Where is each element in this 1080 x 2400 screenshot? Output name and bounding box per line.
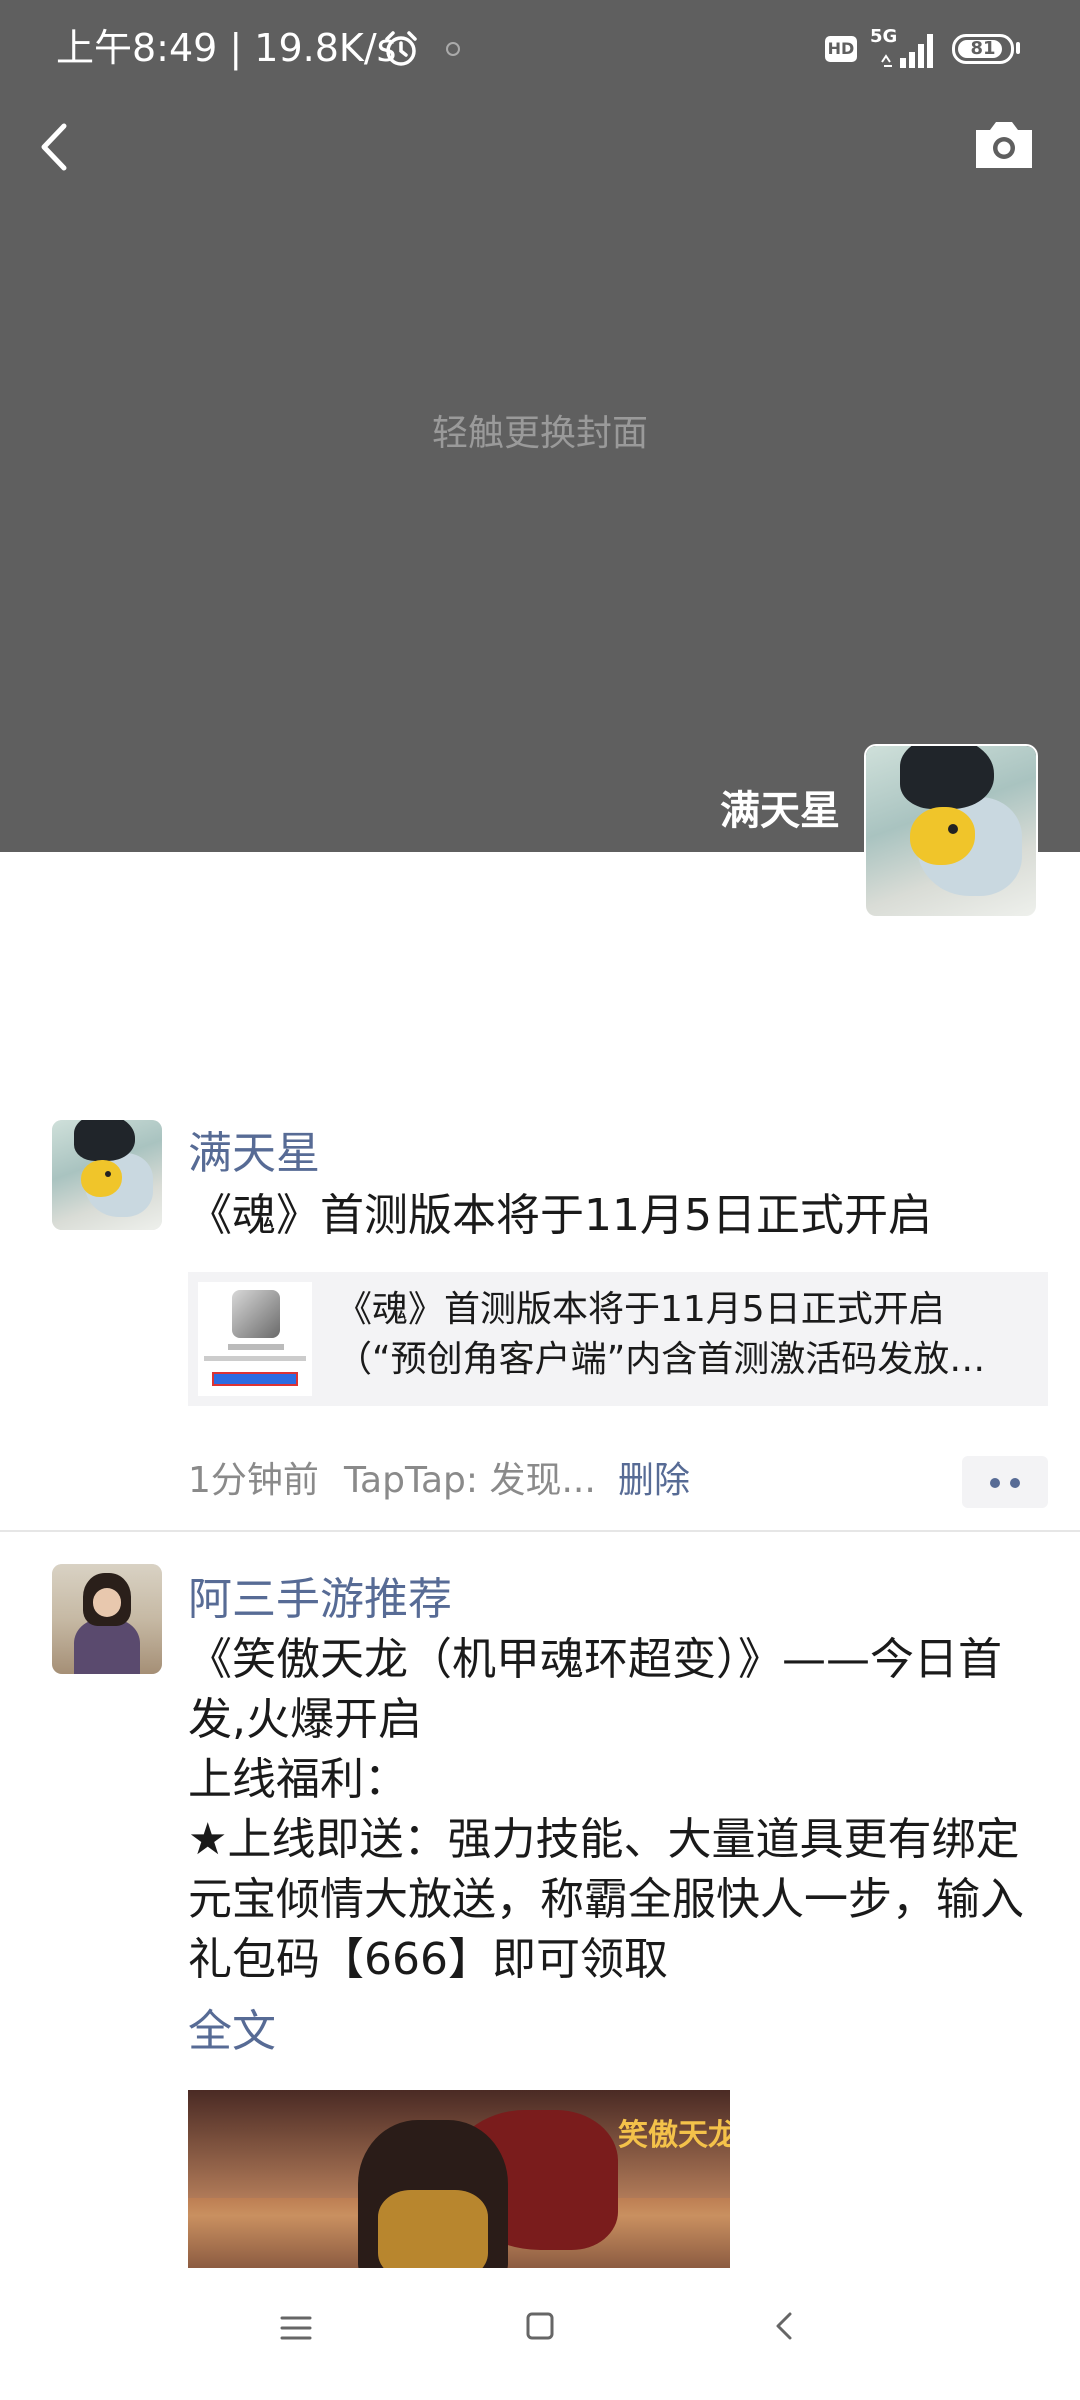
notification-dot-icon [446,42,460,56]
link-card[interactable]: 《魂》首测版本将于11月5日正式开启 （“预创角客户端”内含首测激活码发放… [188,1272,1048,1406]
more-actions-button[interactable] [962,1456,1048,1508]
battery-level: 81 [970,38,996,59]
cover-area[interactable]: 上午8:49 | 19.8K/s HD 5G 81 轻触更换封面 满天星 [0,0,1080,852]
back-arrow-icon[interactable] [30,112,80,182]
post-text: 《魂》首测版本将于11月5日正式开启 [188,1190,932,1241]
cover-owner-name: 满天星 [720,788,840,834]
post-time: 1分钟前 [188,1460,319,1501]
signal-bars-icon [881,34,933,68]
home-icon[interactable] [516,2302,564,2350]
post-image[interactable]: 笑傲天龙 [188,2090,730,2270]
change-cover-hint[interactable]: 轻触更换封面 [0,404,1080,456]
avatar[interactable] [52,1120,162,1230]
image-logo-text: 笑傲天龙 [618,2118,730,2153]
menu-icon[interactable] [272,2304,320,2352]
system-nav-bar [0,2268,1080,2400]
back-icon[interactable] [760,2302,808,2350]
post-text: 《笑傲天龙（机甲魂环超变）》——今日首发,火爆开启 上线福利： ★上线即送：强力… [188,1634,1024,1985]
profile-avatar[interactable] [864,744,1038,918]
battery-icon: 81 [952,34,1014,64]
camera-icon[interactable] [972,118,1036,172]
hd-icon: HD [825,36,857,62]
link-title-line2: （“预创角客户端”内含首测激活码发放… [336,1339,986,1380]
link-thumbnail [198,1282,312,1396]
full-text-link[interactable]: 全文 [188,2004,276,2060]
post-author[interactable]: 满天星 [188,1126,320,1182]
link-title-line1: 《魂》首测版本将于11月5日正式开启 [336,1289,945,1330]
post-source[interactable]: TapTap: 发现... [344,1456,596,1506]
divider [0,1530,1080,1532]
moments-page: 上午8:49 | 19.8K/s HD 5G 81 轻触更换封面 满天星 满天星… [0,0,1080,2400]
delete-link[interactable]: 删除 [618,1456,690,1506]
signal-icon: 5G [868,26,938,72]
avatar[interactable] [52,1564,162,1674]
status-bar: 上午8:49 | 19.8K/s HD 5G 81 [0,0,1080,96]
post-author[interactable]: 阿三手游推荐 [188,1572,452,1628]
status-time-speed: 上午8:49 | 19.8K/s [56,26,397,70]
alarm-icon [385,31,417,66]
